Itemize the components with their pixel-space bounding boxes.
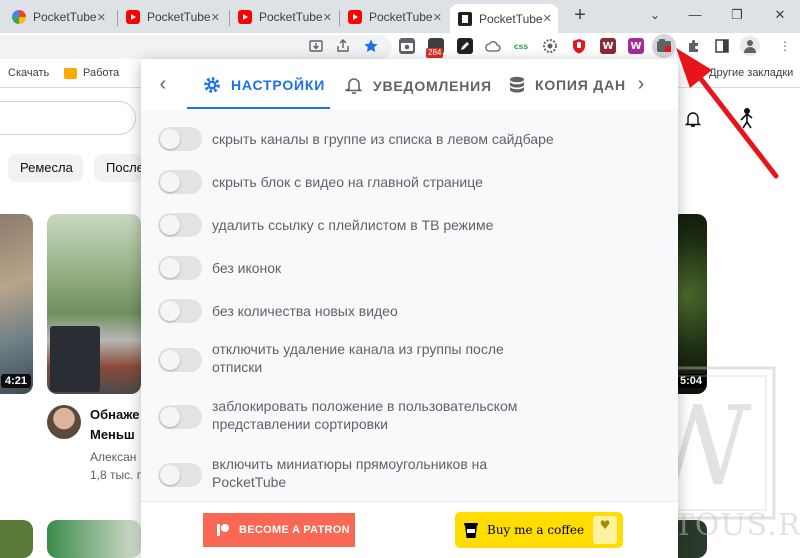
annotation-arrow <box>676 48 779 179</box>
